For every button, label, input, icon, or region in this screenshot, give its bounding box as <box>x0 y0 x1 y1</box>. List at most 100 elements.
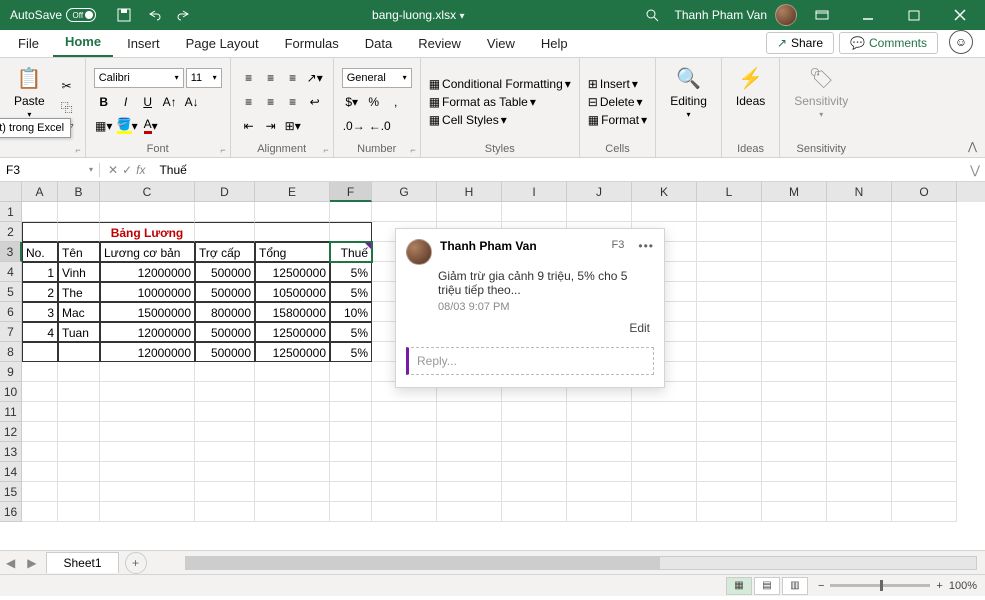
conditional-formatting-button[interactable]: ▦ Conditional Formatting ▾ <box>429 77 571 91</box>
col-header[interactable]: I <box>502 182 567 202</box>
cell[interactable] <box>372 422 437 442</box>
cell[interactable] <box>697 462 762 482</box>
cell[interactable] <box>827 462 892 482</box>
orientation-icon[interactable]: ↗▾ <box>305 68 325 88</box>
cell[interactable] <box>892 502 957 522</box>
cell[interactable] <box>827 382 892 402</box>
cell[interactable] <box>58 422 100 442</box>
cell[interactable] <box>195 222 255 242</box>
cell[interactable] <box>827 202 892 222</box>
cell[interactable] <box>567 202 632 222</box>
col-header[interactable]: F <box>330 182 372 202</box>
cell[interactable] <box>827 442 892 462</box>
cell[interactable] <box>892 202 957 222</box>
increase-decimal-icon[interactable]: .0→ <box>342 116 366 136</box>
autosave[interactable]: AutoSave Off <box>4 8 102 22</box>
cell[interactable]: 10% <box>330 302 372 322</box>
bold-button[interactable]: B <box>94 92 114 112</box>
cell[interactable] <box>22 462 58 482</box>
cell[interactable] <box>632 442 697 462</box>
cell[interactable] <box>22 342 58 362</box>
cell[interactable] <box>827 482 892 502</box>
currency-icon[interactable]: $▾ <box>342 92 362 112</box>
dialog-launcher-icon[interactable]: ⌐ <box>75 145 80 155</box>
cell[interactable] <box>697 322 762 342</box>
cell[interactable] <box>437 462 502 482</box>
zoom-in-icon[interactable]: + <box>936 580 942 592</box>
percent-icon[interactable]: % <box>364 92 384 112</box>
cell[interactable] <box>22 422 58 442</box>
cell[interactable] <box>437 482 502 502</box>
cell[interactable] <box>892 322 957 342</box>
cell[interactable] <box>892 382 957 402</box>
cell[interactable] <box>697 402 762 422</box>
cell[interactable] <box>437 502 502 522</box>
sensitivity-button[interactable]: 🏷 Sensitivity▾ <box>788 62 854 141</box>
cell[interactable] <box>195 202 255 222</box>
cell[interactable] <box>58 202 100 222</box>
decrease-font-icon[interactable]: A↓ <box>182 92 202 112</box>
cell[interactable]: Tên <box>58 242 100 262</box>
cell[interactable] <box>892 342 957 362</box>
font-color-icon[interactable]: A▾ <box>141 116 161 136</box>
cell[interactable] <box>330 482 372 502</box>
cell[interactable] <box>762 462 827 482</box>
cell[interactable] <box>330 422 372 442</box>
col-header[interactable]: K <box>632 182 697 202</box>
italic-button[interactable]: I <box>116 92 136 112</box>
zoom-slider[interactable] <box>830 584 930 587</box>
cell[interactable] <box>22 362 58 382</box>
search-icon[interactable] <box>638 3 666 27</box>
comments-button[interactable]: 💬Comments <box>839 32 938 54</box>
cell[interactable] <box>892 362 957 382</box>
cell[interactable] <box>697 502 762 522</box>
cell[interactable] <box>502 402 567 422</box>
cell[interactable] <box>255 462 330 482</box>
cell[interactable] <box>58 442 100 462</box>
cell[interactable] <box>22 502 58 522</box>
cancel-formula-icon[interactable]: ✕ <box>108 163 118 177</box>
select-all-corner[interactable] <box>0 182 22 202</box>
cell[interactable] <box>502 202 567 222</box>
cell[interactable] <box>22 402 58 422</box>
cell[interactable]: Vinh <box>58 262 100 282</box>
cell[interactable] <box>255 502 330 522</box>
col-header[interactable]: N <box>827 182 892 202</box>
cell[interactable] <box>22 202 58 222</box>
cell[interactable]: Mac <box>58 302 100 322</box>
cut-icon[interactable]: ✂ <box>57 76 77 96</box>
cell[interactable] <box>100 202 195 222</box>
row-header[interactable]: 16 <box>0 502 22 522</box>
col-header[interactable]: J <box>567 182 632 202</box>
cell[interactable] <box>567 422 632 442</box>
cell[interactable] <box>372 442 437 462</box>
cell[interactable]: Trợ cấp <box>195 242 255 262</box>
cell[interactable] <box>632 482 697 502</box>
comment-more-icon[interactable]: ••• <box>638 239 654 265</box>
wrap-text-icon[interactable]: ↩ <box>305 92 325 112</box>
format-cells-button[interactable]: ▦ Format ▾ <box>588 113 647 127</box>
cell[interactable] <box>58 502 100 522</box>
col-header[interactable]: A <box>22 182 58 202</box>
cell[interactable] <box>892 422 957 442</box>
autosave-toggle[interactable]: Off <box>66 8 96 22</box>
cell[interactable]: 800000 <box>195 302 255 322</box>
align-middle-icon[interactable]: ≡ <box>261 68 281 88</box>
cell[interactable] <box>697 262 762 282</box>
cell[interactable] <box>437 442 502 462</box>
cell[interactable] <box>827 342 892 362</box>
new-sheet-button[interactable]: + <box>125 552 147 574</box>
paste-button[interactable]: 📋 Paste ▾ <box>8 62 51 153</box>
cell[interactable]: 12000000 <box>100 262 195 282</box>
cell[interactable] <box>892 302 957 322</box>
cell[interactable] <box>255 222 330 242</box>
cell[interactable] <box>502 462 567 482</box>
cell[interactable] <box>502 422 567 442</box>
cell[interactable] <box>58 342 100 362</box>
cell[interactable] <box>892 242 957 262</box>
row-header[interactable]: 2 <box>0 222 22 242</box>
col-header[interactable]: L <box>697 182 762 202</box>
user-avatar[interactable] <box>775 4 797 26</box>
cell[interactable] <box>330 462 372 482</box>
tab-formulas[interactable]: Formulas <box>273 30 351 57</box>
